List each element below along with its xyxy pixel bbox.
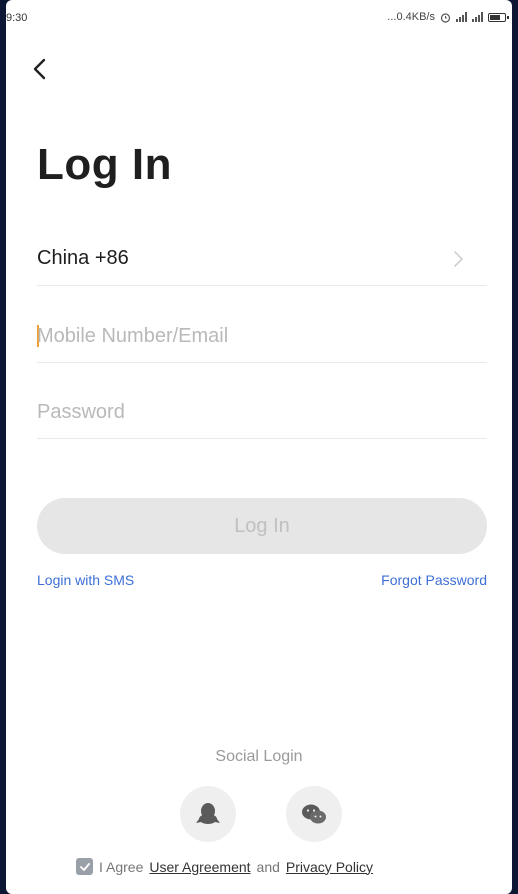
status-icons: ...0.4KB/s [387,11,509,23]
signal-icon [456,12,467,22]
password-row [37,388,487,439]
agreement-checkbox[interactable] [76,858,93,875]
qq-icon [196,803,220,824]
device-frame: 9:30 ...0.4KB/s Log In China +86 Mobile … [0,0,518,894]
account-row [37,312,487,363]
signal-icon-2 [472,12,483,22]
mobile-email-input[interactable] [37,320,487,352]
country-code-label: China +86 [37,247,129,269]
wechat-login-button[interactable] [286,786,342,842]
login-screen: 9:30 ...0.4KB/s Log In China +86 Mobile … [6,0,512,894]
qq-login-button[interactable] [180,786,236,842]
privacy-policy-link[interactable]: Privacy Policy [286,859,373,875]
checkmark-icon [79,862,90,871]
wechat-icon [302,804,326,824]
social-login-label: Social Login [215,748,303,765]
country-selector[interactable]: China +86 [37,235,487,286]
alarm-icon [440,12,451,23]
back-button[interactable] [26,55,56,85]
agreement-conjunction: and [256,858,280,875]
status-bar: 9:30 ...0.4KB/s [6,0,512,40]
agreement-row: I Agree User Agreement and Privacy Polic… [76,858,373,875]
chevron-left-icon [33,58,46,80]
battery-icon [488,12,509,22]
status-time: 9:30 [6,12,28,24]
agreement-prefix: I Agree [99,858,144,875]
chevron-right-icon [454,251,463,267]
password-input[interactable] [37,396,487,428]
page-title: Log In [37,140,172,189]
forgot-password-link[interactable]: Forgot Password [381,572,487,588]
network-speed: ...0.4KB/s [387,11,435,23]
user-agreement-link[interactable]: User Agreement [149,859,250,875]
login-with-sms-link[interactable]: Login with SMS [37,572,134,588]
login-button[interactable]: Log In [37,498,487,554]
